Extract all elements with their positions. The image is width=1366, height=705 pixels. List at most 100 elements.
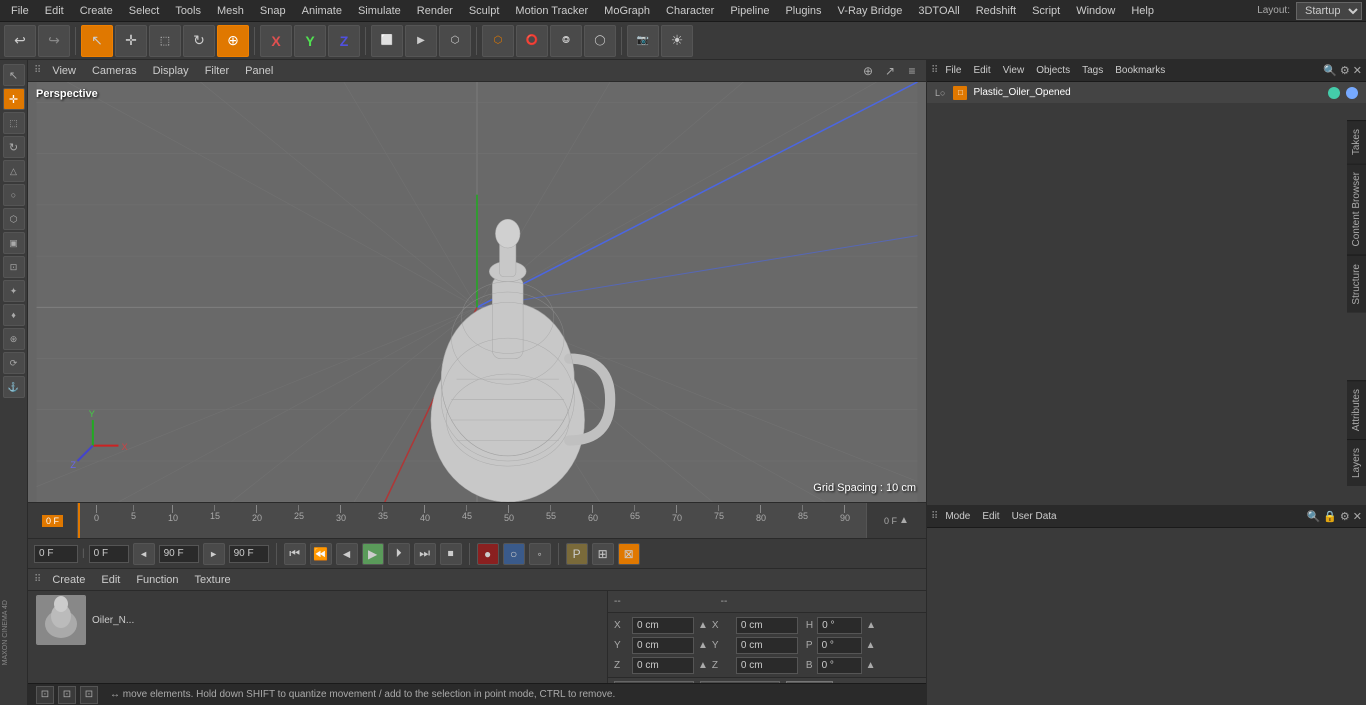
attr-tab-edit[interactable]: Edit bbox=[978, 509, 1003, 524]
attr-close-icon[interactable]: ✕ bbox=[1353, 510, 1362, 523]
go-start-btn[interactable]: ⏮ bbox=[284, 543, 306, 565]
timeline-area[interactable]: 0 F 0 5 10 15 20 25 bbox=[28, 502, 926, 538]
menu-motion-tracker[interactable]: Motion Tracker bbox=[508, 3, 595, 19]
sidebar-rotate[interactable]: ↻ bbox=[3, 136, 25, 158]
bottom-menu-texture[interactable]: Texture bbox=[191, 572, 235, 588]
sidebar-select[interactable]: ↖ bbox=[3, 64, 25, 86]
sidebar-7[interactable]: ⬡ bbox=[3, 208, 25, 230]
bottom-menu-edit[interactable]: Edit bbox=[97, 572, 124, 588]
sidebar-10[interactable]: ✦ bbox=[3, 280, 25, 302]
camera-button[interactable]: 📷 bbox=[627, 25, 659, 57]
menu-vray[interactable]: V-Ray Bridge bbox=[831, 3, 910, 19]
coord-x-up[interactable]: ▲ bbox=[698, 620, 708, 631]
menu-render[interactable]: Render bbox=[410, 3, 460, 19]
menu-select[interactable]: Select bbox=[122, 3, 167, 19]
menu-create[interactable]: Create bbox=[73, 3, 120, 19]
render-all-button[interactable]: ⬡ bbox=[439, 25, 471, 57]
menu-sculpt[interactable]: Sculpt bbox=[462, 3, 507, 19]
menu-file[interactable]: File bbox=[4, 3, 36, 19]
right-tab-edit[interactable]: Edit bbox=[969, 63, 994, 78]
status-icon-3[interactable]: ⊡ bbox=[80, 686, 98, 704]
object-vis-dot-green[interactable] bbox=[1328, 87, 1340, 99]
end-frame-field[interactable] bbox=[159, 545, 199, 563]
coord-z-pos[interactable] bbox=[632, 657, 694, 674]
coord-y-pos[interactable] bbox=[632, 637, 694, 654]
attr-settings-icon[interactable]: ⚙ bbox=[1340, 510, 1350, 523]
go-end-btn[interactable]: ⏭ bbox=[414, 543, 436, 565]
viewport-lock-icon[interactable]: ⊕ bbox=[860, 63, 876, 79]
coord-b-val[interactable] bbox=[817, 657, 862, 674]
object-row-oiler[interactable]: L○ □ Plastic_Oiler_Opened bbox=[927, 82, 1366, 104]
sidebar-14[interactable]: ⚓ bbox=[3, 376, 25, 398]
coord-y-up[interactable]: ▲ bbox=[698, 640, 708, 651]
menu-character[interactable]: Character bbox=[659, 3, 721, 19]
right-tab-bookmarks[interactable]: Bookmarks bbox=[1111, 63, 1169, 78]
vtab-structure[interactable]: Structure bbox=[1347, 255, 1366, 313]
coord-y-size[interactable] bbox=[736, 637, 798, 654]
right-tab-tags[interactable]: Tags bbox=[1078, 63, 1107, 78]
coord-h-val[interactable] bbox=[817, 617, 862, 634]
coord-z-up[interactable]: ▲ bbox=[698, 660, 708, 671]
vtab-takes[interactable]: Takes bbox=[1347, 120, 1366, 163]
attr-search-icon[interactable]: 🔍 bbox=[1307, 510, 1321, 523]
menu-help[interactable]: Help bbox=[1124, 3, 1161, 19]
vtab-content-browser[interactable]: Content Browser bbox=[1347, 163, 1366, 254]
poly-mode-button[interactable]: ◯ bbox=[584, 25, 616, 57]
next-frame-btn[interactable]: ⏵ bbox=[388, 543, 410, 565]
menu-redshift[interactable]: Redshift bbox=[969, 3, 1023, 19]
vtab-attributes[interactable]: Attributes bbox=[1347, 380, 1366, 439]
motion-path-btn[interactable]: P bbox=[566, 543, 588, 565]
render-region-button[interactable]: ⬜ bbox=[371, 25, 403, 57]
menu-snap[interactable]: Snap bbox=[253, 3, 293, 19]
menu-mograph[interactable]: MoGraph bbox=[597, 3, 657, 19]
coord-h-up[interactable]: ▲ bbox=[866, 620, 876, 631]
move-tool-button[interactable]: ✛ bbox=[115, 25, 147, 57]
viewport-menu-panel[interactable]: Panel bbox=[241, 63, 277, 79]
right-settings-icon[interactable]: ⚙ bbox=[1340, 64, 1350, 77]
menu-script[interactable]: Script bbox=[1025, 3, 1067, 19]
points-mode-button[interactable]: ⭕ bbox=[516, 25, 548, 57]
menu-tools[interactable]: Tools bbox=[168, 3, 208, 19]
object-vis-dot-blue[interactable] bbox=[1346, 87, 1358, 99]
menu-simulate[interactable]: Simulate bbox=[351, 3, 408, 19]
sidebar-move[interactable]: ✛ bbox=[3, 88, 25, 110]
coord-p-val[interactable] bbox=[817, 637, 862, 654]
attr-lock-icon[interactable]: 🔒 bbox=[1323, 510, 1337, 523]
edges-mode-button[interactable]: ⭗ bbox=[550, 25, 582, 57]
rotate-tool-button[interactable]: ↻ bbox=[183, 25, 215, 57]
start-frame-field[interactable] bbox=[89, 545, 129, 563]
coord-b-up[interactable]: ▲ bbox=[866, 660, 876, 671]
sidebar-12[interactable]: ⊛ bbox=[3, 328, 25, 350]
bottom-menu-create[interactable]: Create bbox=[48, 572, 89, 588]
viewport-expand-icon[interactable]: ↗ bbox=[882, 63, 898, 79]
viewport-menu-view[interactable]: View bbox=[48, 63, 80, 79]
render-active-button[interactable]: ▶ bbox=[405, 25, 437, 57]
viewport-menu-display[interactable]: Display bbox=[149, 63, 193, 79]
play-btn[interactable]: ▶ bbox=[362, 543, 384, 565]
attr-tab-userdata[interactable]: User Data bbox=[1008, 509, 1061, 524]
menu-mesh[interactable]: Mesh bbox=[210, 3, 251, 19]
vtab-layers[interactable]: Layers bbox=[1347, 439, 1366, 486]
viewport-menu-cameras[interactable]: Cameras bbox=[88, 63, 141, 79]
status-icon-1[interactable]: ⊡ bbox=[36, 686, 54, 704]
sidebar-13[interactable]: ⟳ bbox=[3, 352, 25, 374]
menu-animate[interactable]: Animate bbox=[295, 3, 349, 19]
keyframe-btn[interactable]: ○ bbox=[503, 543, 525, 565]
start-arrow-btn[interactable]: ◄ bbox=[133, 543, 155, 565]
viewport-menu-filter[interactable]: Filter bbox=[201, 63, 233, 79]
layout-select[interactable]: Startup bbox=[1296, 2, 1362, 20]
play-rev-btn[interactable]: ◄ bbox=[336, 543, 358, 565]
z-axis-button[interactable]: Z bbox=[328, 25, 360, 57]
right-tab-view[interactable]: View bbox=[999, 63, 1029, 78]
coord-p-up[interactable]: ▲ bbox=[866, 640, 876, 651]
sidebar-8[interactable]: ▣ bbox=[3, 232, 25, 254]
sidebar-5[interactable]: △ bbox=[3, 160, 25, 182]
stop-btn[interactable]: ⏹ bbox=[440, 543, 462, 565]
attr-drag-handle[interactable]: ⠿ bbox=[931, 511, 937, 522]
grid-btn[interactable]: ⊞ bbox=[592, 543, 614, 565]
light-button[interactable]: ☀ bbox=[661, 25, 693, 57]
coord-x-size[interactable] bbox=[736, 617, 798, 634]
menu-window[interactable]: Window bbox=[1069, 3, 1122, 19]
viewport-3d[interactable]: X Y Z Perspective Grid Spacing : 10 cm bbox=[28, 82, 926, 502]
menu-3dtoall[interactable]: 3DTOAll bbox=[911, 3, 966, 19]
